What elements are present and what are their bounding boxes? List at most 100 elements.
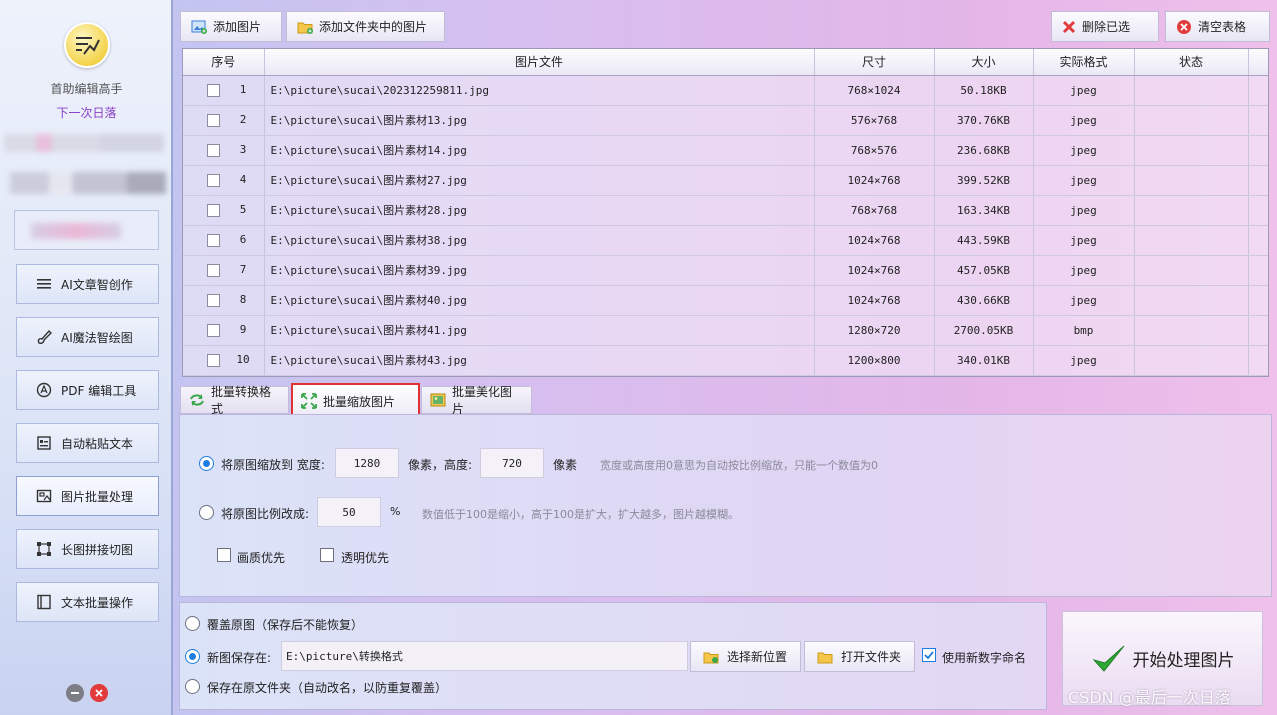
tab-beautify-images[interactable]: 批量美化图片 [421, 385, 532, 416]
quality-first-checkbox[interactable] [217, 548, 231, 562]
row-number: 3 [239, 143, 247, 157]
row-number: 9 [239, 323, 247, 337]
nav-label: 自动粘贴文本 [61, 436, 134, 451]
save-in-original-label: 保存在原文件夹（自动改名，以防重复覆盖） [207, 681, 448, 695]
nav-text-batch[interactable]: 文本批量操作 [16, 582, 159, 622]
transparency-first-checkbox[interactable] [320, 548, 334, 562]
choose-location-button[interactable]: 选择新位置 [690, 641, 801, 672]
nav-pdf-tool[interactable]: PDF 编辑工具 [16, 370, 159, 410]
table-row[interactable]: 6 E:\picture\sucai\图片素材38.jpg 1024×768 443.… [183, 225, 1268, 256]
nav-label: PDF 编辑工具 [61, 383, 137, 398]
row-index-cell[interactable]: 3 [183, 135, 265, 166]
row-index-cell[interactable]: 6 [183, 225, 265, 256]
delete-selected-label: 删除已选 [1082, 20, 1131, 34]
row-file: E:\picture\sucai\202312259811.jpg [264, 75, 815, 106]
resize-by-percent-label: 将原图比例改成: [221, 507, 310, 521]
resize-by-percent-radio[interactable] [199, 505, 214, 520]
folder-icon [703, 650, 719, 664]
table-row[interactable]: 9 E:\picture\sucai\图片素材41.jpg 1280×720 2700… [183, 315, 1268, 346]
row-checkbox[interactable] [207, 83, 220, 97]
row-index-cell[interactable]: 1 [183, 75, 265, 106]
table-row[interactable]: 3 E:\picture\sucai\图片素材14.jpg 768×576 236.6… [183, 135, 1268, 166]
redacted-info [4, 134, 164, 152]
save-in-original-radio[interactable] [185, 679, 200, 694]
row-spacer [1248, 285, 1268, 316]
use-number-name-checkbox[interactable] [922, 648, 936, 662]
row-checkbox[interactable] [207, 353, 220, 367]
save-new-radio[interactable] [185, 649, 200, 664]
row-spacer [1248, 75, 1268, 106]
row-index-cell[interactable]: 10 [183, 345, 265, 376]
minimize-icon[interactable] [66, 684, 84, 702]
table-row[interactable]: 8 E:\picture\sucai\图片素材40.jpg 1024×768 430.… [183, 285, 1268, 316]
app-subtitle[interactable]: 下一次日落 [0, 104, 173, 121]
table-header-row: 序号 图片文件 尺寸 大小 实际格式 状态 [183, 49, 1268, 76]
nav-ai-draw[interactable]: AI魔法智绘图 [16, 317, 159, 357]
resize-to-dimensions-radio[interactable] [199, 456, 214, 471]
open-folder-button[interactable]: 打开文件夹 [804, 641, 915, 672]
percent-input[interactable]: 50 [317, 497, 381, 527]
row-format: jpeg [1033, 255, 1135, 286]
col-header-file[interactable]: 图片文件 [264, 49, 815, 76]
folder-add-icon [297, 20, 313, 34]
table-row[interactable]: 10 E:\picture\sucai\图片素材43.jpg 1200×800 340… [183, 345, 1268, 376]
row-index-cell[interactable]: 8 [183, 285, 265, 316]
nav-label: 长图拼接切图 [61, 542, 134, 557]
row-spacer [1248, 195, 1268, 226]
row-checkbox[interactable] [207, 203, 220, 217]
add-image-button[interactable]: 添加图片 [180, 11, 282, 42]
add-folder-button[interactable]: 添加文件夹中的图片 [286, 11, 445, 42]
nav-ai-article[interactable]: AI文章智创作 [16, 264, 159, 304]
row-index-cell[interactable]: 9 [183, 315, 265, 346]
row-checkbox[interactable] [207, 293, 220, 307]
row-number: 6 [239, 233, 247, 247]
file-table[interactable]: 序号 图片文件 尺寸 大小 实际格式 状态 1 E:\picture\sucai\… [182, 48, 1269, 377]
redacted-info-2 [10, 172, 166, 194]
width-input[interactable]: 1280 [335, 448, 399, 478]
col-header-status[interactable]: 状态 [1134, 49, 1249, 76]
nav-auto-paste[interactable]: 自动粘贴文本 [16, 423, 159, 463]
nav-image-batch[interactable]: 图片批量处理 [16, 476, 159, 516]
table-row[interactable]: 2 E:\picture\sucai\图片素材13.jpg 576×768 370.7… [183, 105, 1268, 136]
row-checkbox[interactable] [207, 263, 220, 277]
clear-icon [1176, 19, 1192, 35]
tab-label: 批量缩放图片 [323, 394, 396, 409]
delete-selected-button[interactable]: 删除已选 [1051, 11, 1159, 42]
row-number: 7 [239, 263, 247, 277]
row-index-cell[interactable]: 7 [183, 255, 265, 286]
close-icon[interactable] [90, 684, 108, 702]
row-checkbox[interactable] [207, 113, 220, 127]
col-header-format[interactable]: 实际格式 [1033, 49, 1135, 76]
row-format: jpeg [1033, 165, 1135, 196]
row-index-cell[interactable]: 4 [183, 165, 265, 196]
row-checkbox[interactable] [207, 233, 220, 247]
row-dimensions: 1024×768 [814, 165, 935, 196]
nav-long-image[interactable]: 长图拼接切图 [16, 529, 159, 569]
row-status [1134, 285, 1249, 316]
table-row[interactable]: 1 E:\picture\sucai\202312259811.jpg 768×10… [183, 75, 1268, 106]
row-checkbox[interactable] [207, 173, 220, 187]
row-spacer [1248, 255, 1268, 286]
table-row[interactable]: 7 E:\picture\sucai\图片素材39.jpg 1024×768 457.… [183, 255, 1268, 286]
table-row[interactable]: 5 E:\picture\sucai\图片素材28.jpg 768×768 163.3… [183, 195, 1268, 226]
row-checkbox[interactable] [207, 143, 220, 157]
row-index-cell[interactable]: 5 [183, 195, 265, 226]
col-header-dimensions[interactable]: 尺寸 [814, 49, 935, 76]
row-spacer [1248, 315, 1268, 346]
col-header-index[interactable]: 序号 [183, 49, 265, 76]
row-status [1134, 165, 1249, 196]
clear-table-button[interactable]: 清空表格 [1165, 11, 1270, 42]
height-input[interactable]: 720 [480, 448, 544, 478]
row-index-cell[interactable]: 2 [183, 105, 265, 136]
transparency-first-label: 透明优先 [341, 551, 390, 565]
col-header-size[interactable]: 大小 [934, 49, 1034, 76]
save-path-input[interactable]: E:\picture\转换格式 [281, 641, 688, 671]
tab-convert-format[interactable]: 批量转换格式 [180, 385, 289, 416]
row-number: 5 [239, 203, 247, 217]
add-image-icon [191, 20, 207, 34]
overwrite-radio[interactable] [185, 616, 200, 631]
row-format: jpeg [1033, 345, 1135, 376]
table-row[interactable]: 4 E:\picture\sucai\图片素材27.jpg 1024×768 399.… [183, 165, 1268, 196]
row-checkbox[interactable] [207, 323, 220, 337]
row-format: jpeg [1033, 285, 1135, 316]
